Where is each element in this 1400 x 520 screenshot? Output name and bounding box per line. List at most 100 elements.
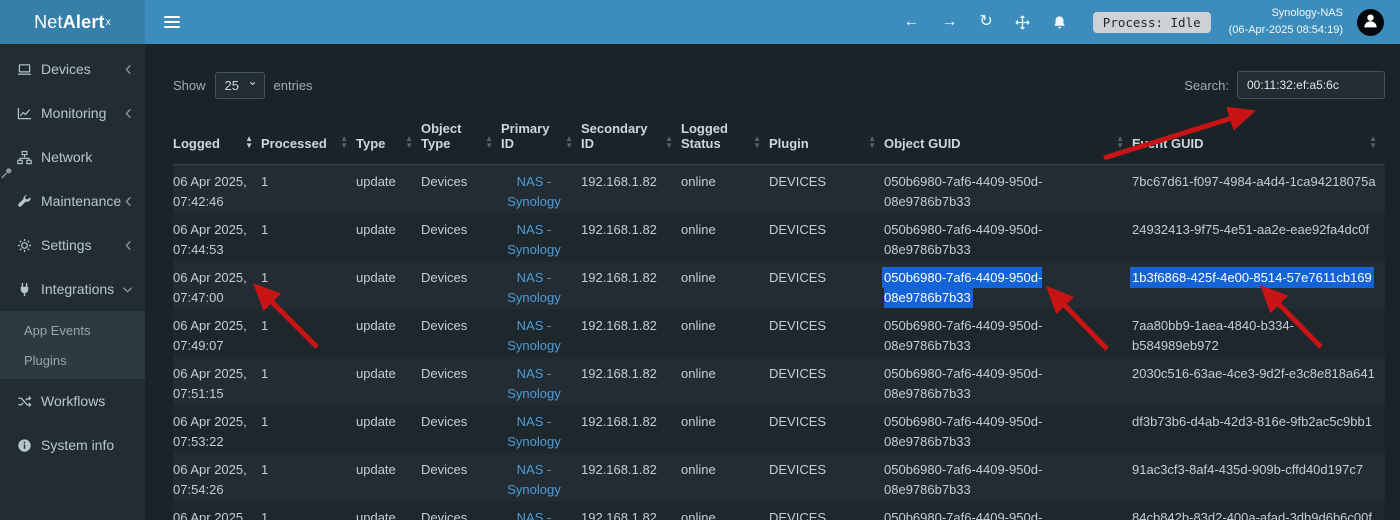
sidebar-item-integrations[interactable]: Integrations: [0, 267, 145, 311]
chevron-left-icon: [124, 64, 133, 75]
event-guid-text: 2030c516-63ae-4ce3-9d2f-e3c8e818a641: [1132, 366, 1375, 381]
cell-processed: 1: [261, 453, 356, 501]
maintenance-icon: [16, 194, 32, 209]
sidebar-item-monitoring[interactable]: Monitoring: [0, 91, 145, 135]
cell-type: update: [356, 213, 421, 261]
chevron-down-icon: [122, 285, 133, 294]
cell-logged: 06 Apr 2025, 07:51:15: [173, 357, 261, 405]
sidebar-item-label: System info: [41, 437, 133, 453]
integrations-plug-icon: [16, 282, 32, 297]
event-guid-text: df3b73b6-d4ab-42d3-816e-9fb2ac5c9bb1: [1132, 414, 1372, 429]
sidebar-item-devices[interactable]: Devices: [0, 47, 145, 91]
cell-processed: 1: [261, 357, 356, 405]
move-maximize-button[interactable]: [1015, 15, 1030, 30]
object-guid-text: 050b6980-7af6-4409-950d-08e9786b7b33: [884, 510, 1042, 520]
primary-id-link[interactable]: NAS - Synology: [507, 462, 560, 497]
cell-object-guid: 050b6980-7af6-4409-950d-08e9786b7b33: [884, 261, 1132, 309]
primary-id-link[interactable]: NAS - Synology: [507, 222, 560, 257]
column-header-object-guid[interactable]: Object GUID▲▼: [884, 115, 1132, 165]
sidebar-item-app-events[interactable]: App Events: [0, 315, 145, 345]
cell-plugin: DEVICES: [769, 165, 884, 213]
cell-logged-status: online: [681, 165, 769, 213]
nav-back-button[interactable]: ←: [903, 14, 919, 30]
table-row: 06 Apr 2025, 07:42:46 1 update Devices N…: [173, 165, 1385, 213]
sidebar-item-settings[interactable]: Settings: [0, 223, 145, 267]
cell-event-guid: 2030c516-63ae-4ce3-9d2f-e3c8e818a641: [1132, 357, 1385, 405]
column-header-type[interactable]: Type▲▼: [356, 115, 421, 165]
column-header-processed[interactable]: Processed▲▼: [261, 115, 356, 165]
primary-id-link[interactable]: NAS - Synology: [507, 510, 560, 520]
cell-processed: 1: [261, 309, 356, 357]
page-length-wrapper: 25: [215, 72, 265, 99]
sort-icon: ▲▼: [245, 136, 253, 151]
event-guid-text: 24932413-9f75-4e51-aa2e-eae92fa4dc0f: [1132, 222, 1369, 237]
sidebar-item-label: Workflows: [41, 393, 133, 409]
refresh-button[interactable]: ↻: [979, 14, 992, 30]
search-label: Search:: [1184, 78, 1229, 93]
cell-plugin: DEVICES: [769, 405, 884, 453]
info-icon: [16, 438, 32, 453]
column-header-event-guid[interactable]: Event GUID▲▼: [1132, 115, 1385, 165]
event-guid-text: 7aa80bb9-1aea-4840-b334-b584989eb972: [1132, 318, 1294, 353]
search-area: Search:: [1184, 71, 1385, 99]
cell-logged: 06 Apr 2025, 07:47:00: [173, 261, 261, 309]
cell-plugin: DEVICES: [769, 261, 884, 309]
sort-icon: ▲▼: [405, 136, 413, 151]
network-icon: [16, 150, 32, 165]
cell-plugin: DEVICES: [769, 453, 884, 501]
primary-id-link[interactable]: NAS - Synology: [507, 414, 560, 449]
cell-secondary-id: 192.168.1.82: [581, 165, 681, 213]
sidebar-item-label: Monitoring: [41, 105, 124, 121]
chevron-left-icon: [124, 240, 133, 251]
cell-object-guid: 050b6980-7af6-4409-950d-08e9786b7b33: [884, 165, 1132, 213]
topbar-main: ← → ↻ Process: Idle Synology-NAS (06-Apr…: [145, 0, 1400, 44]
sidebar-toggle-button[interactable]: [157, 7, 187, 37]
cell-event-guid: 24932413-9f75-4e51-aa2e-eae92fa4dc0f: [1132, 213, 1385, 261]
sidebar-item-system-info[interactable]: System info: [0, 423, 145, 467]
page-length-select[interactable]: 25: [215, 72, 265, 99]
cell-primary-id: NAS - Synology: [501, 165, 581, 213]
settings-gear-icon: [16, 238, 32, 253]
cell-type: update: [356, 453, 421, 501]
search-input[interactable]: [1237, 71, 1385, 99]
monitoring-icon: [16, 106, 32, 121]
sidebar: Devices Monitoring Network Maintenance S…: [0, 44, 145, 520]
column-header-primary-id[interactable]: Primary ID▲▼: [501, 115, 581, 165]
notifications-button[interactable]: [1052, 15, 1067, 30]
cell-object-guid: 050b6980-7af6-4409-950d-08e9786b7b33: [884, 453, 1132, 501]
brand-bold: Alert: [63, 12, 105, 33]
cell-primary-id: NAS - Synology: [501, 453, 581, 501]
primary-id-link[interactable]: NAS - Synology: [507, 270, 560, 305]
event-guid-text: 84cb842b-83d2-400a-afad-3db9d6b6c00f: [1132, 510, 1372, 520]
column-header-object-type[interactable]: Object Type▲▼: [421, 115, 501, 165]
primary-id-link[interactable]: NAS - Synology: [507, 174, 560, 209]
cell-type: update: [356, 501, 421, 520]
sidebar-item-workflows[interactable]: Workflows: [0, 379, 145, 423]
user-avatar[interactable]: [1357, 9, 1384, 36]
sidebar-item-maintenance[interactable]: Maintenance: [0, 179, 145, 223]
sidebar-item-plugins[interactable]: Plugins: [0, 345, 145, 375]
cell-processed: 1: [261, 405, 356, 453]
column-header-logged-status[interactable]: Logged Status▲▼: [681, 115, 769, 165]
column-header-secondary-id[interactable]: Secondary ID▲▼: [581, 115, 681, 165]
workflows-shuffle-icon: [16, 394, 32, 409]
primary-id-link[interactable]: NAS - Synology: [507, 318, 560, 353]
cell-type: update: [356, 261, 421, 309]
nav-forward-button[interactable]: →: [941, 14, 957, 30]
pin-sidebar-icon[interactable]: [0, 166, 14, 183]
primary-id-link[interactable]: NAS - Synology: [507, 366, 560, 401]
table-row: 06 Apr 2025, 07:47:00 1 update Devices N…: [173, 261, 1385, 309]
cell-type: update: [356, 357, 421, 405]
object-guid-text: 050b6980-7af6-4409-950d-08e9786b7b33: [884, 366, 1042, 401]
cell-object-type: Devices: [421, 357, 501, 405]
sort-icon: ▲▼: [485, 136, 493, 151]
cell-type: update: [356, 165, 421, 213]
column-header-logged[interactable]: Logged▲▼: [173, 115, 261, 165]
sidebar-item-network[interactable]: Network: [0, 135, 145, 179]
process-status-badge: Process: Idle: [1093, 12, 1211, 33]
cell-processed: 1: [261, 213, 356, 261]
brand-sup: x: [106, 17, 111, 28]
sort-icon: ▲▼: [665, 136, 673, 151]
sidebar-item-label: Maintenance: [41, 193, 124, 209]
column-header-plugin[interactable]: Plugin▲▼: [769, 115, 884, 165]
